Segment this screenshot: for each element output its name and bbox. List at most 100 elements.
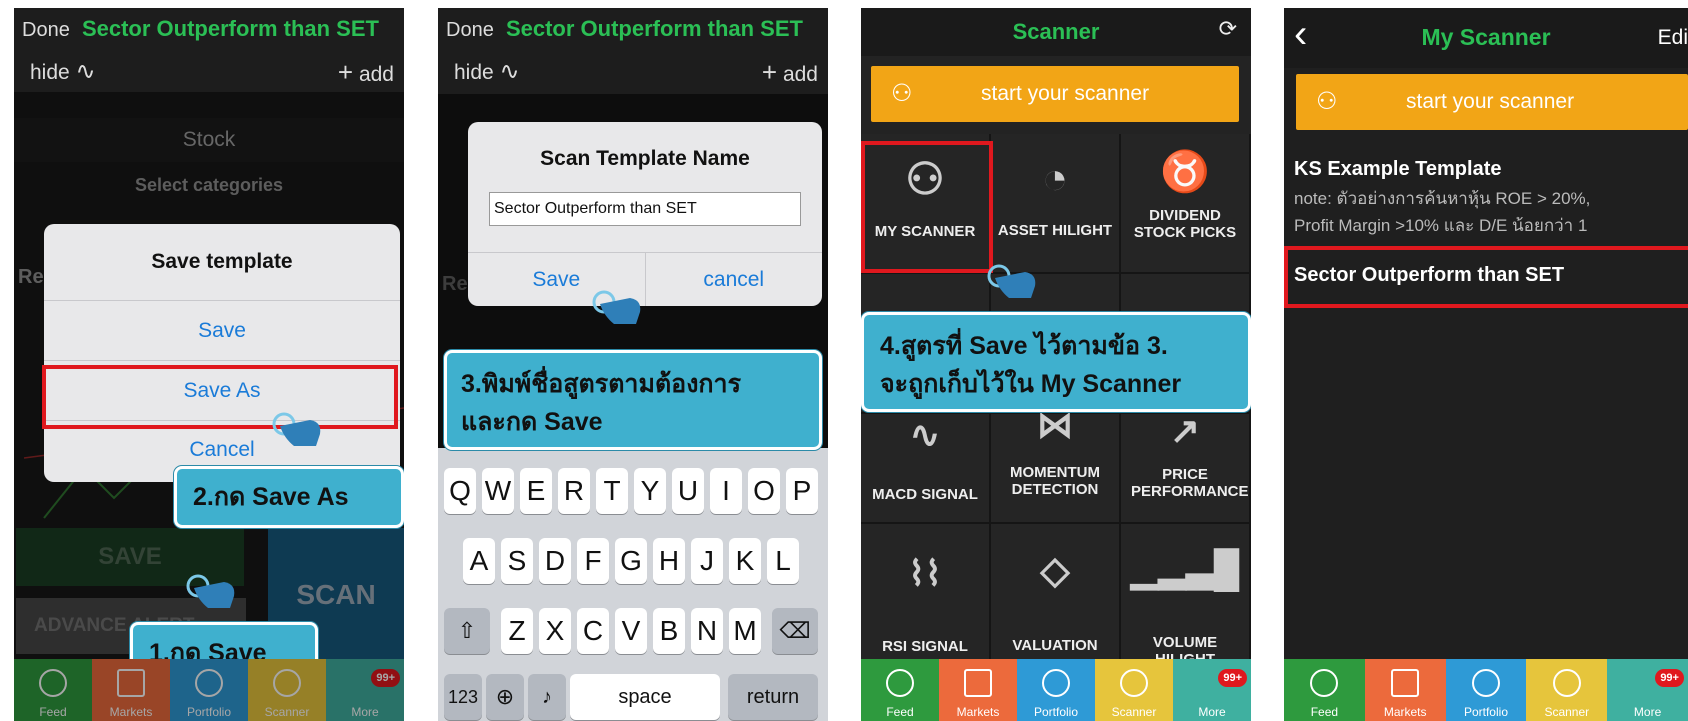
dialog-save-button[interactable]: Save <box>44 300 400 360</box>
keyboard: Q W E R T Y U I O P A S D F G H J K L ⇧ … <box>438 448 828 721</box>
tab-feed[interactable]: Feed <box>861 659 939 721</box>
key[interactable]: F <box>577 538 609 584</box>
template-item-ks-example[interactable]: KS Example Template note: ตัวอย่างการค้น… <box>1294 158 1688 239</box>
wave-icon: ∿ <box>75 58 96 85</box>
key[interactable]: S <box>501 538 533 584</box>
key[interactable]: R <box>558 468 590 514</box>
key[interactable]: N <box>691 608 723 654</box>
tab-portfolio[interactable]: Portfolio <box>1445 659 1527 721</box>
key[interactable]: D <box>539 538 571 584</box>
key[interactable]: M <box>729 608 761 654</box>
sub-bar: hide ∿ + add <box>14 50 404 94</box>
key[interactable]: A <box>463 538 495 584</box>
tab-label: Feed <box>1310 705 1339 719</box>
tab-label: Scanner <box>1111 705 1157 719</box>
grid-dividend-stock-picks[interactable]: ♉ DIVIDEND STOCK PICKS <box>1121 134 1251 274</box>
key[interactable]: U <box>672 468 704 514</box>
page-title: My Scanner <box>1421 24 1551 50</box>
template-title: KS Example Template <box>1294 158 1502 180</box>
callout-line: จะถูกเก็บไว้ใน My Scanner <box>880 370 1182 398</box>
grid-asset-hilight[interactable]: ◔ ASSET HILIGHT <box>991 134 1121 274</box>
refresh-icon[interactable]: ⟳ <box>1219 16 1237 42</box>
add-button[interactable]: + add <box>762 50 818 97</box>
grid-label: MACD SIGNAL <box>872 486 978 503</box>
notification-badge: 99+ <box>1218 669 1247 687</box>
dialog-title: Save template <box>151 250 293 273</box>
key[interactable]: I <box>710 468 742 514</box>
key[interactable]: P <box>786 468 818 514</box>
feed-icon <box>1310 669 1339 697</box>
grid-volume-hilight[interactable]: ▁▂▃█ VOLUME HILIGHT <box>1121 524 1251 674</box>
tab-markets[interactable]: Markets <box>1364 659 1446 721</box>
key[interactable]: W <box>482 468 514 514</box>
start-label: start your scanner <box>1406 90 1575 113</box>
highlight-saved-template <box>1284 246 1688 308</box>
key[interactable]: Q <box>444 468 476 514</box>
start-scanner-button[interactable]: ⚇ start your scanner <box>1296 74 1688 130</box>
grid-label: PRICE PERFORMANCE <box>1131 466 1249 500</box>
tab-more[interactable]: More 99+ <box>1173 659 1251 721</box>
start-label: start your scanner <box>981 82 1150 105</box>
piggy-bank-icon: ♉ <box>1160 150 1210 194</box>
key[interactable]: G <box>615 538 647 584</box>
tab-markets[interactable]: Markets <box>939 659 1017 721</box>
tab-label: Markets <box>956 705 1000 719</box>
return-key[interactable]: return <box>728 674 818 720</box>
step4-callout: 4.สูตรที่ Save ไว้ตามข้อ 3. จะถูกเก็บไว้… <box>861 312 1251 412</box>
start-scanner-button[interactable]: ⚇ start your scanner <box>871 66 1239 122</box>
grid-macd-signal[interactable]: ∿ MACD SIGNAL <box>861 394 991 524</box>
template-note: Profit Margin >10% และ D/E น้อยกว่า 1 <box>1294 216 1588 235</box>
hide-button[interactable]: hide ∿ <box>454 50 520 95</box>
grid-rsi-signal[interactable]: ⌇⌇ RSI SIGNAL <box>861 524 991 674</box>
key[interactable]: E <box>520 468 552 514</box>
globe-key[interactable]: ⊕ <box>486 674 524 720</box>
dialog-cancel-button[interactable]: cancel <box>646 253 823 306</box>
key[interactable]: Y <box>634 468 666 514</box>
edit-button[interactable]: Edi <box>1658 26 1688 50</box>
key[interactable]: L <box>767 538 799 584</box>
add-label: add <box>782 63 818 86</box>
template-name-input[interactable] <box>489 192 801 226</box>
key[interactable]: V <box>615 608 647 654</box>
add-button[interactable]: + add <box>338 50 394 97</box>
user-star-icon: ⚇ <box>891 80 913 107</box>
shift-key[interactable]: ⇧ <box>444 608 490 654</box>
key[interactable]: O <box>748 468 780 514</box>
feed-icon <box>886 669 914 697</box>
done-button[interactable]: Done <box>22 19 70 41</box>
tab-feed[interactable]: Feed <box>1284 659 1365 721</box>
highlight-my-scanner <box>861 141 993 273</box>
backspace-key[interactable]: ⌫ <box>772 608 818 654</box>
key[interactable]: Z <box>501 608 533 654</box>
tab-scanner[interactable]: Scanner <box>1095 659 1173 721</box>
key[interactable]: H <box>653 538 685 584</box>
trend-up-icon: ↗ <box>1169 410 1201 451</box>
key[interactable]: T <box>596 468 628 514</box>
done-button[interactable]: Done <box>446 19 494 41</box>
tab-portfolio[interactable]: Portfolio <box>1017 659 1095 721</box>
microphone-icon: ♪ <box>542 686 552 708</box>
space-key[interactable]: space <box>570 674 720 720</box>
wave-icon: ∿ <box>499 58 520 85</box>
screen-save-template: Done Sector Outperform than SET hide ∿ +… <box>14 8 404 721</box>
tab-bar: Feed Markets Portfolio Scanner More 99+ <box>861 659 1251 721</box>
plus-icon: + <box>337 57 354 87</box>
grid-valuation[interactable]: ◇ VALUATION <box>991 524 1121 674</box>
grid-price-performance[interactable]: ↗ PRICE PERFORMANCE <box>1121 394 1251 524</box>
tab-more[interactable]: More 99+ <box>1607 659 1688 721</box>
hide-button[interactable]: hide ∿ <box>30 50 96 95</box>
key[interactable]: C <box>577 608 609 654</box>
portfolio-icon <box>1042 669 1070 697</box>
screen-my-scanner: ‹ My Scanner Edi ⚇ start your scanner KS… <box>1284 8 1688 721</box>
microphone-key[interactable]: ♪ <box>528 674 566 720</box>
grid-momentum-detection[interactable]: ⋈ MOMENTUM DETECTION <box>991 394 1121 524</box>
tab-label: More <box>1198 705 1226 719</box>
key[interactable]: J <box>691 538 723 584</box>
template-note: note: ตัวอย่างการค้นหาหุ้น ROE > 20%, <box>1294 189 1591 208</box>
tap-hand-icon <box>186 574 235 608</box>
numbers-key[interactable]: 123 <box>444 674 482 720</box>
key[interactable]: B <box>653 608 685 654</box>
key[interactable]: X <box>539 608 571 654</box>
tab-scanner[interactable]: Scanner <box>1526 659 1608 721</box>
key[interactable]: K <box>729 538 761 584</box>
